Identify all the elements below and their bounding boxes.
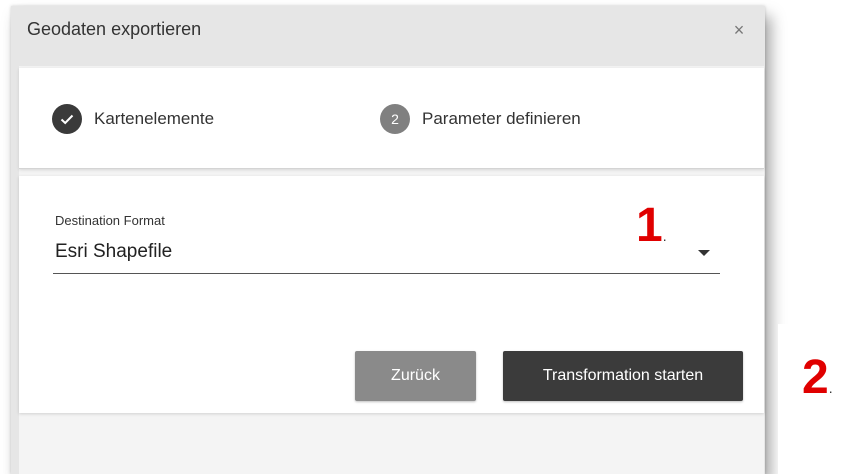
dialog-content: Kartenelemente 2 Parameter definieren De… <box>19 66 764 474</box>
step-label: Kartenelemente <box>94 109 215 128</box>
back-button[interactable]: Zurück <box>355 351 476 401</box>
destination-format-select[interactable]: Esri Shapefile <box>53 231 720 274</box>
dropdown-arrow-icon <box>698 250 710 256</box>
annotation-number: 1 <box>636 199 663 252</box>
annotation-number: 2 <box>802 351 829 404</box>
dialog-title-bar: Geodaten exportieren × <box>11 6 765 56</box>
step-parameter-definieren[interactable]: 2 Parameter definieren <box>380 104 581 134</box>
annotation-dot: . <box>828 380 833 396</box>
step-label: Parameter definieren <box>422 109 581 128</box>
start-transformation-button[interactable]: Transformation starten <box>503 351 743 401</box>
annotation-marker-2: 2. <box>778 324 846 474</box>
step-number-badge: 2 <box>380 104 410 134</box>
step-kartenelemente[interactable]: Kartenelemente <box>52 104 214 134</box>
destination-format-value: Esri Shapefile <box>55 241 173 262</box>
destination-format-label: Destination Format <box>55 213 165 228</box>
annotation-marker-1: 1. <box>632 202 671 250</box>
check-icon <box>52 104 82 134</box>
annotation-dot: . <box>662 228 667 244</box>
stepper: Kartenelemente 2 Parameter definieren <box>19 68 764 169</box>
close-icon[interactable]: × <box>727 18 751 42</box>
dialog-title: Geodaten exportieren <box>27 19 202 39</box>
screenshot-stage: Geodaten exportieren × Kartenelemente 2 … <box>0 0 846 474</box>
